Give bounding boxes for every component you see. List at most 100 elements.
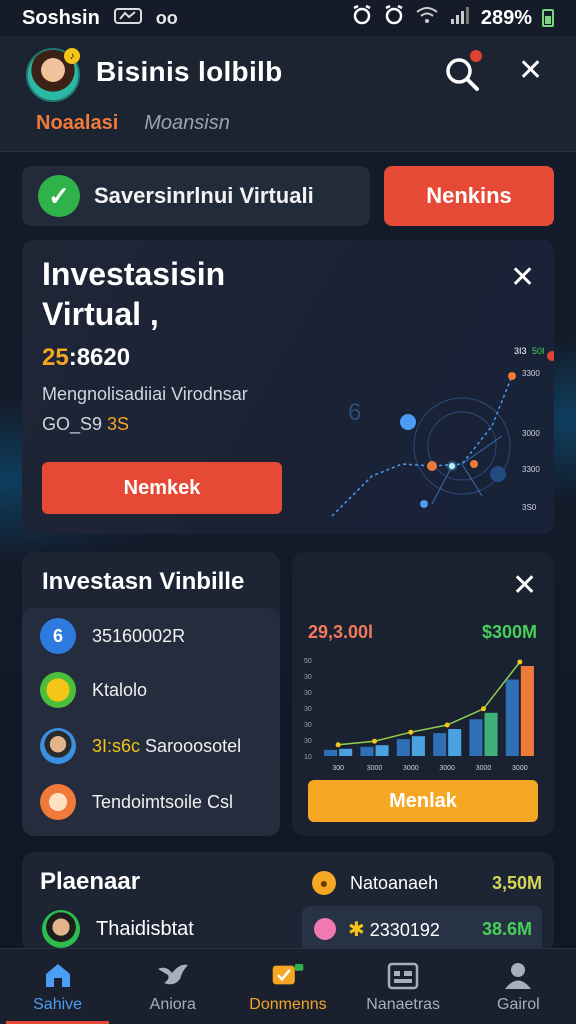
bird-icon — [156, 960, 190, 990]
plan-stat-label: Natoanaeh — [350, 872, 439, 893]
card-title: Plaenaar — [40, 868, 141, 895]
battery-icon — [542, 9, 554, 27]
header-tabs: Noaalasi Moansisn — [36, 112, 230, 135]
alarm-icon-2 — [383, 4, 405, 32]
trend-point — [481, 706, 486, 712]
x-tick-label: 3000 — [403, 765, 419, 772]
nav-label: Aniora — [149, 996, 196, 1013]
avatar-badge-icon: ♪ — [64, 48, 80, 64]
app-header: ♪ Bisinis lolbilb ✕ Noaalasi Moansisn — [0, 36, 576, 152]
status-right: 289% — [351, 4, 554, 32]
nav-item-aniora[interactable]: Aniora — [115, 949, 230, 1024]
list-item[interactable]: 3I:s6c Sarooosotel — [40, 726, 241, 766]
page-title: Bisinis lolbilb — [96, 56, 283, 87]
viz-label-b: 50I — [532, 346, 545, 356]
person-avatar-icon — [40, 728, 76, 764]
list-item[interactable]: Ktalolo — [40, 670, 147, 710]
chart-value-left: 29,3.00l — [308, 622, 374, 642]
status-extra: oo — [155, 7, 178, 28]
bottom-navigation: Sahive Aniora Donmenns Nanaetras Gairol — [0, 948, 576, 1024]
plan-stat-value: 38.6M — [481, 918, 532, 939]
svg-text:6: 6 — [348, 399, 361, 426]
y-tick-label: 30 — [304, 706, 312, 713]
plan-row[interactable]: Thaidisbtat — [42, 910, 194, 948]
battery-percent: 289% — [480, 6, 532, 29]
trend-point — [408, 729, 414, 735]
plan-row-label: Thaidisbtat — [96, 917, 194, 940]
investment-list-card: Investasn Vinbille 6 35160002R Ktalolo 3… — [22, 552, 280, 836]
plan-stat-row[interactable]: ● Natoanaeh 3,50M — [312, 866, 542, 900]
signal-icon — [449, 5, 471, 31]
star-icon: ✱ — [348, 918, 365, 941]
bar — [505, 679, 519, 756]
status-bar: Soshsin oo 289% — [0, 0, 576, 36]
x-tick-label: 3000 — [367, 765, 383, 772]
bar — [469, 719, 483, 756]
notice-action-button[interactable]: Nenkins — [384, 166, 554, 226]
nav-label: Nanaetras — [366, 996, 441, 1013]
bar-chart: 50 30 30 30 30 30 10 300 3000 3000 3000 3000 3000 — [304, 658, 534, 772]
card-close-button[interactable]: ✕ — [510, 260, 535, 295]
list-item-label: Tendoimtsoile Csl — [92, 791, 234, 812]
bar — [339, 748, 353, 756]
amount-rest: :8620 — [68, 344, 131, 371]
card-title: Investasisin Virtual , — [42, 256, 226, 332]
virtual-investment-card: Investasisin Virtual , ✕ 25:8620 Mengnol… — [22, 240, 554, 534]
wifi-icon — [415, 5, 439, 31]
chart-value-right: $300M — [482, 622, 538, 642]
nav-item-gairol[interactable]: Gairol — [461, 949, 576, 1024]
card-close-button[interactable]: ✕ — [512, 568, 537, 603]
plan-stat-row-2[interactable]: ✱ 2330192 38.6M — [302, 906, 542, 952]
x-tick-label: 3000 — [476, 765, 492, 772]
list-item-text: 3I:s6c Sarooosotel — [92, 736, 241, 757]
tab-moansisn[interactable]: Moansisn — [144, 112, 230, 135]
status-left: Soshsin oo — [22, 7, 178, 30]
nav-label: Sahive — [33, 996, 83, 1013]
card-amount: 25:8620 — [42, 344, 130, 372]
list-item-label: Ktalolo — [92, 679, 148, 700]
list-item-label: Sarooosotel — [145, 735, 242, 756]
bar — [396, 739, 410, 756]
card-action-button[interactable]: Nemkek — [42, 462, 282, 514]
list-item[interactable]: 6 35160002R — [40, 616, 185, 656]
card-title: Investasn Vinbille — [42, 568, 245, 595]
bar — [433, 733, 447, 756]
card-subtext: GO_S9 3S — [42, 414, 129, 435]
card-description: Mengnolisadiiai Virodnsar — [42, 384, 248, 404]
swirl-icon: 6 — [40, 618, 76, 654]
x-tick-label: 3000 — [439, 765, 455, 772]
nav-item-donmenns[interactable]: Donmenns — [230, 949, 345, 1024]
y-tick-label: 30 — [304, 722, 312, 729]
tab-noaalasi[interactable]: Noaalasi — [36, 112, 118, 135]
profile-icon — [501, 960, 535, 990]
trend-point — [517, 659, 523, 665]
nav-item-nanaetras[interactable]: Nanaetras — [346, 949, 461, 1024]
check-icon: ✓ — [38, 175, 80, 217]
amount-highlight: 25 — [42, 344, 69, 371]
bar — [448, 729, 462, 756]
plan-stat-label: ✱ 2330192 — [348, 917, 440, 942]
y-tick-label: 30 — [304, 674, 312, 681]
chart-action-button[interactable]: Menlak — [308, 780, 538, 822]
list-item-highlight: 3I:s6c — [92, 735, 141, 756]
network-visualization: 6 3I3 50I 3300 3000 3300 3S0 — [331, 346, 554, 517]
viz-tick: 3S0 — [522, 503, 537, 512]
nav-label: Donmenns — [249, 996, 327, 1013]
investment-list: 6 35160002R Ktalolo 3I:s6c Sarooosotel T… — [22, 608, 280, 836]
bar — [375, 745, 389, 756]
sub-highlight: 3S — [107, 414, 130, 434]
notice-banner: ✓ Saversinrlnui Virtuali — [22, 166, 370, 226]
close-button[interactable]: ✕ — [518, 56, 543, 86]
nav-item-home[interactable]: Sahive — [0, 949, 115, 1024]
check-badge-icon — [271, 960, 305, 990]
x-tick-label: 300 — [332, 765, 344, 772]
chart-card: ✕ 29,3.00l $300M 50 30 30 30 30 30 10 300 3000 30… — [292, 552, 554, 836]
notification-icon — [113, 7, 142, 30]
emoji-avatar-icon — [40, 672, 76, 708]
location-pin-icon — [314, 918, 336, 940]
trend-point — [335, 742, 341, 748]
list-item[interactable]: Tendoimtsoile Csl — [40, 782, 233, 822]
avatar — [42, 910, 80, 948]
trend-point — [372, 738, 377, 744]
bar — [360, 746, 374, 756]
